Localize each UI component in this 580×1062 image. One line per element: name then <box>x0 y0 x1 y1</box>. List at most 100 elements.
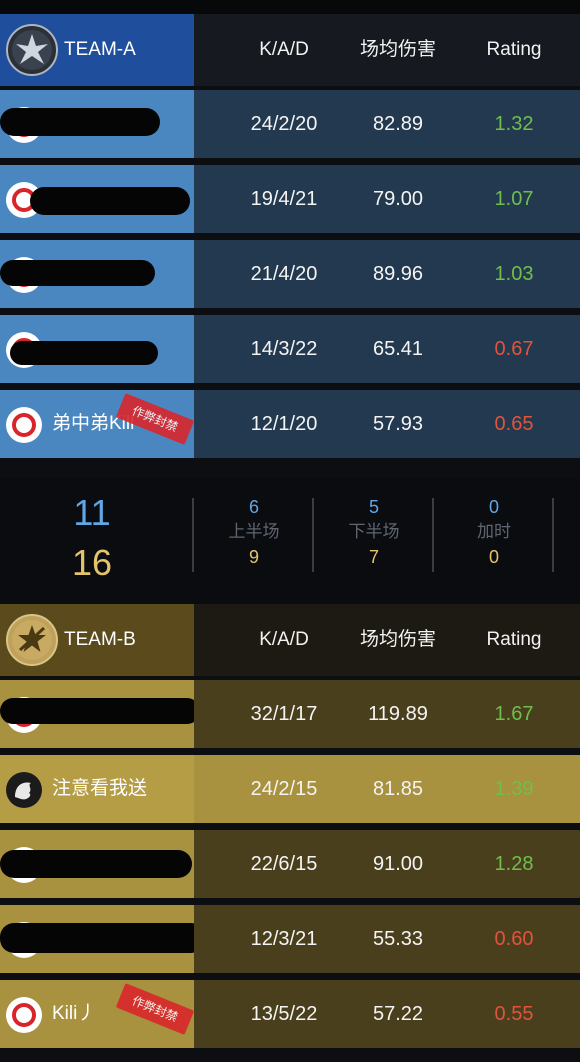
player-kad: 12/3/21 <box>250 928 318 950</box>
team-b-name: TEAM-B <box>64 629 136 650</box>
player-stats-cell: 13/5/22 57.22 0.55 <box>194 980 580 1048</box>
player-name-cell[interactable] <box>0 240 194 308</box>
platform-logo-icon <box>6 997 42 1033</box>
overtime-team-a: 0 <box>488 497 499 517</box>
redaction-mark <box>0 850 192 878</box>
player-damage: 79.00 <box>372 188 424 210</box>
second-half-team-b: 7 <box>368 547 379 567</box>
player-stats-cell: 24/2/15 81.85 1.39 <box>194 755 580 823</box>
player-rating: 0.65 <box>494 413 534 435</box>
player-rating: 1.67 <box>494 703 534 725</box>
player-damage: 55.33 <box>372 928 424 950</box>
player-row[interactable]: 12/3/21 55.33 0.60 <box>0 905 580 973</box>
player-damage: 89.96 <box>372 263 424 285</box>
player-stats-cell: 12/1/20 57.93 0.65 <box>194 390 580 458</box>
overtime-team-b: 0 <box>488 547 499 567</box>
rating-header: Rating <box>486 39 542 60</box>
player-rating: 0.67 <box>494 338 534 360</box>
redaction-mark <box>0 923 205 953</box>
player-kad: 24/2/20 <box>250 113 318 135</box>
redaction-mark <box>0 260 155 286</box>
player-row[interactable]: Kili丿 作弊封禁 13/5/22 57.22 0.55 <box>0 980 580 1048</box>
redaction-mark <box>0 698 200 724</box>
banned-stamp: 作弊封禁 <box>115 983 195 1035</box>
team-b-header: TEAM-B K/A/D 场均伤害 Rating <box>0 604 580 676</box>
first-half-score: 6 上半场 9 <box>194 496 314 568</box>
team-a-name-cell[interactable]: TEAM-A <box>0 14 194 86</box>
player-name-cell[interactable]: ... <box>0 680 200 748</box>
kad-header: K/A/D <box>259 629 309 650</box>
score-summary: 11 16 6 上半场 9 5 下半场 7 0 加时 0 <box>0 478 580 604</box>
player-row[interactable]: 24/2/20 82.89 1.32 <box>0 90 580 158</box>
top-status-strip <box>0 0 580 14</box>
redaction-mark <box>30 187 190 215</box>
team-a-header: TEAM-A K/A/D 场均伤害 Rating <box>0 14 580 86</box>
player-row[interactable]: 14/3/22 65.41 0.67 <box>0 315 580 383</box>
overtime-label: 加时 <box>477 522 511 541</box>
player-stats-cell: 12/3/21 55.33 0.60 <box>194 905 580 973</box>
player-damage: 57.93 <box>372 413 424 435</box>
player-damage: 57.22 <box>372 1003 424 1025</box>
player-damage: 82.89 <box>372 113 424 135</box>
t-emblem-icon <box>6 614 58 666</box>
player-rating: 1.28 <box>494 853 534 875</box>
player-kad: 21/4/20 <box>250 263 318 285</box>
team-a-name: TEAM-A <box>64 39 136 60</box>
second-half-score: 5 下半场 7 <box>314 496 434 568</box>
second-half-team-a: 5 <box>368 497 379 517</box>
kad-header: K/A/D <box>259 39 309 60</box>
player-stats-cell: 32/1/17 119.89 1.67 <box>194 680 580 748</box>
player-name-cell[interactable] <box>0 165 194 233</box>
player-stats-cell: 22/6/15 91.00 1.28 <box>194 830 580 898</box>
player-rating: 0.55 <box>494 1003 534 1025</box>
team-b-name-cell[interactable]: TEAM-B <box>0 604 194 676</box>
overtime-score: 0 加时 0 <box>434 496 554 568</box>
ct-emblem-icon <box>6 24 58 76</box>
player-kad: 32/1/17 <box>250 703 318 725</box>
player-kad: 19/4/21 <box>250 188 318 210</box>
player-row[interactable]: 21/4/20 89.96 1.03 <box>0 240 580 308</box>
player-name-cell[interactable] <box>0 905 205 973</box>
player-stats-cell: 19/4/21 79.00 1.07 <box>194 165 580 233</box>
player-kad: 14/3/22 <box>250 338 318 360</box>
player-row[interactable]: 注意看我送 24/2/15 81.85 1.39 <box>0 755 580 823</box>
player-row[interactable]: 19/4/21 79.00 1.07 <box>0 165 580 233</box>
player-name-cell[interactable] <box>0 315 194 383</box>
team-a-column-headers: K/A/D 场均伤害 Rating <box>194 14 580 86</box>
player-name-cell[interactable] <box>0 830 194 898</box>
player-stats-cell: 14/3/22 65.41 0.67 <box>194 315 580 383</box>
first-half-label: 上半场 <box>228 522 280 541</box>
rating-header: Rating <box>486 629 542 650</box>
player-damage: 91.00 <box>372 853 424 875</box>
player-kad: 24/2/15 <box>250 778 318 800</box>
redaction-mark <box>0 108 160 136</box>
team-a-total-score: 11 <box>73 492 111 533</box>
player-avatar-icon <box>6 772 42 808</box>
player-name-cell[interactable] <box>0 90 194 158</box>
second-half-label: 下半场 <box>348 522 400 541</box>
team-b-total-score: 16 <box>71 542 113 583</box>
first-half-team-b: 9 <box>248 547 259 567</box>
player-name-cell[interactable]: 弟中弟Kill 作弊封禁 <box>0 390 195 458</box>
damage-header: 场均伤害 <box>359 39 436 60</box>
player-rating: 1.32 <box>494 113 534 135</box>
player-row[interactable]: ... 32/1/17 119.89 1.67 <box>0 680 580 748</box>
platform-logo-icon <box>6 407 42 443</box>
player-name-cell[interactable]: Kili丿 作弊封禁 <box>0 980 195 1048</box>
player-rating: 1.39 <box>494 778 534 800</box>
player-rating: 1.07 <box>494 188 534 210</box>
team-b-column-headers: K/A/D 场均伤害 Rating <box>194 604 580 676</box>
divider <box>552 498 554 572</box>
player-name: Kili丿 <box>52 1003 97 1024</box>
player-rating: 0.60 <box>494 928 534 950</box>
player-rating: 1.03 <box>494 263 534 285</box>
redaction-mark <box>10 341 158 365</box>
first-half-team-a: 6 <box>248 497 259 517</box>
player-name-cell[interactable]: 注意看我送 <box>0 755 194 823</box>
player-name: 注意看我送 <box>52 778 148 799</box>
player-stats-cell: 21/4/20 89.96 1.03 <box>194 240 580 308</box>
player-kad: 12/1/20 <box>250 413 318 435</box>
player-row[interactable]: 弟中弟Kill 作弊封禁 12/1/20 57.93 0.65 <box>0 390 580 458</box>
player-row[interactable]: 22/6/15 91.00 1.28 <box>0 830 580 898</box>
damage-header: 场均伤害 <box>359 629 436 650</box>
